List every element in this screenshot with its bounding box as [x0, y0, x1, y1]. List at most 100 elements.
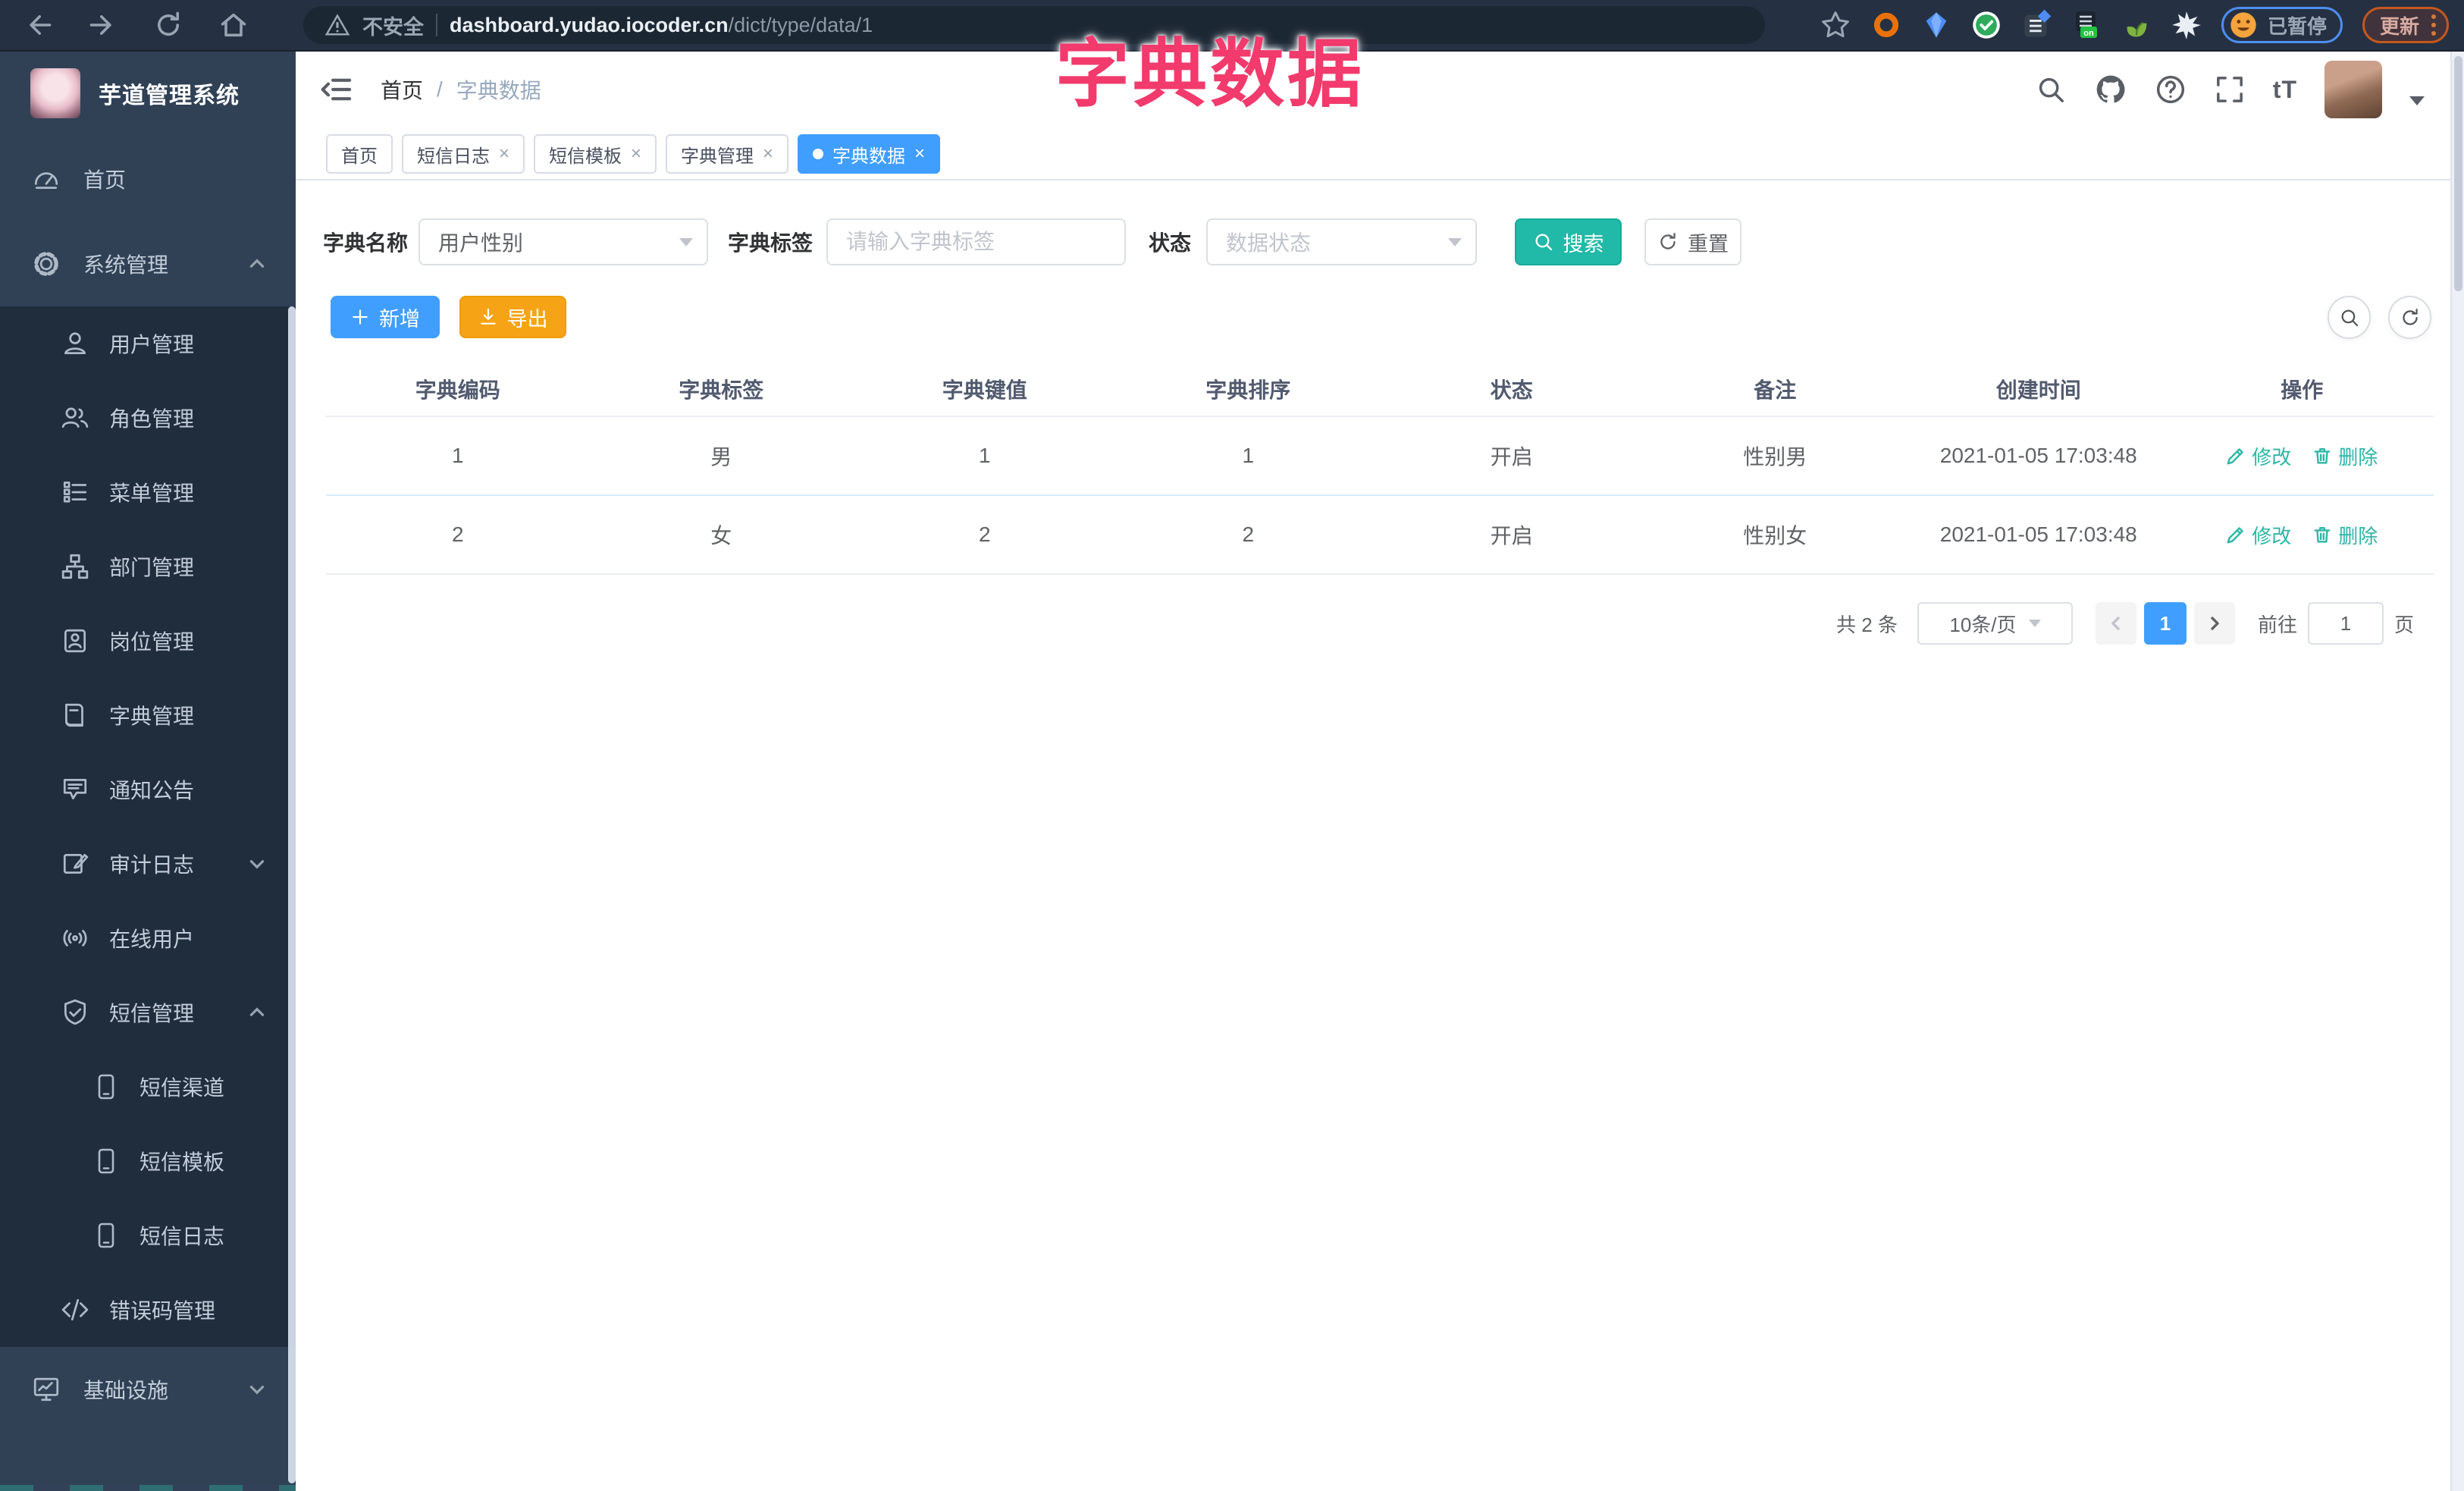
- edit-link[interactable]: 修改: [2226, 442, 2291, 470]
- breadcrumb-home[interactable]: 首页: [381, 74, 423, 105]
- status-label: 状态: [1149, 231, 1192, 255]
- extension-green-check-icon[interactable]: [1971, 10, 2002, 40]
- reset-button[interactable]: 重置: [1644, 218, 1742, 265]
- close-tab-icon[interactable]: ×: [914, 145, 925, 163]
- sidebar-item-sms-log[interactable]: 短信日志: [0, 1198, 296, 1273]
- export-button[interactable]: 导出: [459, 296, 566, 338]
- delete-link[interactable]: 删除: [2312, 442, 2378, 470]
- browser-menu-dots-icon[interactable]: [2431, 14, 2436, 36]
- sidebar-item-error-codes[interactable]: 错误码管理: [0, 1273, 296, 1347]
- search-button[interactable]: 搜索: [1515, 218, 1622, 265]
- toggle-search-button[interactable]: [2328, 296, 2371, 339]
- cell-remark: 性别女: [1743, 524, 1807, 548]
- github-icon[interactable]: [2094, 73, 2127, 106]
- dict-book-icon: [65, 703, 83, 727]
- code-icon: [61, 1298, 89, 1321]
- dict-name-select[interactable]: 用户性别: [419, 218, 709, 265]
- current-page-button[interactable]: 1: [2143, 602, 2187, 645]
- sidebar-item-menus[interactable]: 菜单管理: [0, 455, 296, 529]
- page-scrollbar[interactable]: [2450, 50, 2464, 1491]
- refresh-icon: [2402, 308, 2418, 325]
- sidebar-collapse-icon[interactable]: [320, 73, 353, 106]
- dict-data-table: 字典编码 字典标签 字典键值 字典排序 状态 备注 创建时间 操作 1 男 1 …: [326, 363, 2434, 575]
- extension-plant-icon[interactable]: [2121, 10, 2152, 40]
- cell-status: 开启: [1490, 445, 1533, 469]
- cell-remark: 性别男: [1743, 445, 1807, 469]
- sidebar-item-sms-channel[interactable]: 短信渠道: [0, 1050, 296, 1124]
- sidebar-scrollbar[interactable]: [288, 306, 296, 1483]
- browser-update-button[interactable]: 更新: [2362, 7, 2449, 43]
- refresh-table-button[interactable]: [2388, 296, 2431, 339]
- app-logo[interactable]: 芋道管理系统: [0, 50, 296, 137]
- paused-label: 已暂停: [2267, 14, 2327, 38]
- extension-orange-ring-icon[interactable]: [1871, 10, 1901, 40]
- sidebar-item-infrastructure[interactable]: 基础设施: [0, 1347, 296, 1432]
- address-bar[interactable]: 不安全 dashboard.yudao.iocoder.cn/dict/type…: [303, 6, 1765, 44]
- scrollbar-thumb[interactable]: [2454, 56, 2462, 291]
- announcement-icon: [63, 778, 87, 799]
- help-icon[interactable]: [2155, 74, 2187, 105]
- profile-paused-badge[interactable]: 已暂停: [2221, 7, 2343, 43]
- page-content: 字典名称 用户性别 字典标签 状态 数据状态 搜索 重置: [296, 180, 2450, 1489]
- user-avatar[interactable]: [2324, 61, 2382, 118]
- sidebar-item-audit-log[interactable]: 审计日志: [0, 827, 296, 901]
- col-header-remark: 备注: [1754, 378, 1797, 402]
- id-badge-icon: [64, 629, 86, 653]
- browser-reload-icon[interactable]: [153, 10, 183, 40]
- bookmark-star-icon[interactable]: [1820, 9, 1851, 41]
- fullscreen-icon[interactable]: [2214, 74, 2246, 105]
- close-tab-icon[interactable]: ×: [499, 145, 509, 163]
- browser-back-icon[interactable]: [23, 10, 53, 40]
- close-tab-icon[interactable]: ×: [763, 145, 773, 163]
- cell-created: 2021-01-05 17:03:48: [1939, 523, 2137, 546]
- browser-forward-icon[interactable]: [88, 10, 118, 40]
- dict-label-label: 字典标签: [728, 231, 813, 255]
- cell-dict-code: 2: [451, 523, 464, 546]
- edit-link[interactable]: 修改: [2226, 521, 2291, 549]
- sidebar-item-dict[interactable]: 字典管理: [0, 678, 296, 752]
- font-size-icon[interactable]: tT: [2273, 76, 2297, 104]
- sidebar-item-departments[interactable]: 部门管理: [0, 529, 296, 604]
- tab-sms-template[interactable]: 短信模板 ×: [534, 134, 657, 174]
- plus-icon: [353, 309, 368, 325]
- delete-link[interactable]: 删除: [2312, 521, 2378, 549]
- sidebar-item-posts[interactable]: 岗位管理: [0, 604, 296, 678]
- page-size-select[interactable]: 10条/页: [1917, 602, 2073, 645]
- tab-dict-data[interactable]: 字典数据 ×: [798, 134, 941, 174]
- sidebar-item-online-users[interactable]: 在线用户: [0, 901, 296, 975]
- tab-home[interactable]: 首页: [326, 134, 393, 174]
- tab-sms-log[interactable]: 短信日志 ×: [402, 134, 525, 174]
- security-warning-label[interactable]: 不安全: [362, 11, 424, 40]
- extension-blue-gem-icon[interactable]: [1921, 10, 1951, 40]
- extension-pinwheel-icon[interactable]: [2171, 10, 2202, 40]
- cell-dict-value: 1: [978, 444, 991, 467]
- user-icon: [64, 332, 86, 355]
- search-icon: [2341, 309, 2358, 326]
- browser-home-icon[interactable]: [218, 10, 249, 40]
- sidebar-item-system[interactable]: 系统管理: [0, 221, 296, 306]
- col-header-dict-sort: 字典排序: [1205, 378, 1291, 402]
- extension-on-badge-icon[interactable]: on: [2071, 10, 2102, 40]
- extension-sliders-icon[interactable]: [2021, 9, 2052, 40]
- app-title: 芋道管理系统: [99, 83, 240, 108]
- close-tab-icon[interactable]: ×: [631, 145, 641, 163]
- sidebar-item-roles[interactable]: 角色管理: [0, 381, 296, 455]
- prev-page-button[interactable]: [2095, 602, 2136, 645]
- sidebar-item-sms-template[interactable]: 短信模板: [0, 1124, 296, 1198]
- annotation-title: 字典数据: [1055, 32, 1365, 115]
- sidebar-item-users[interactable]: 用户管理: [0, 306, 296, 381]
- tab-dict-manage[interactable]: 字典管理 ×: [666, 134, 789, 174]
- url-path: /dict/type/data/1: [728, 13, 873, 36]
- add-button[interactable]: 新增: [331, 296, 440, 338]
- dict-label-input[interactable]: [826, 218, 1127, 265]
- sidebar-item-announcements[interactable]: 通知公告: [0, 752, 296, 827]
- cell-actions: 修改 删除: [2171, 521, 2434, 549]
- goto-page-input[interactable]: [2307, 602, 2384, 645]
- dashboard-icon: [34, 172, 58, 189]
- sidebar-item-home[interactable]: 首页: [0, 137, 296, 221]
- avatar-caret-down-icon[interactable]: [2409, 96, 2425, 105]
- status-select[interactable]: 数据状态: [1206, 218, 1478, 265]
- next-page-button[interactable]: [2193, 602, 2235, 645]
- sidebar-item-sms[interactable]: 短信管理: [0, 975, 296, 1050]
- header-search-icon[interactable]: [2035, 74, 2067, 105]
